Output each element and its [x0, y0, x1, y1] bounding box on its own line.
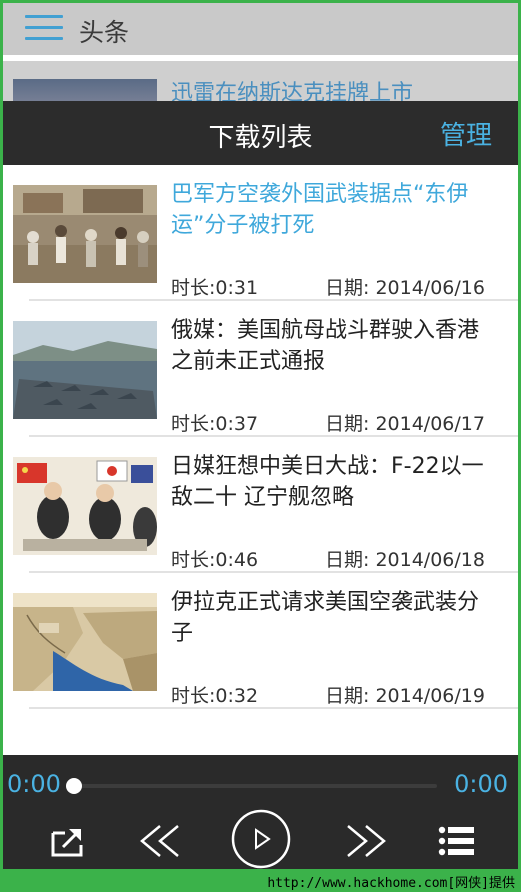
playlist-icon[interactable]	[437, 823, 477, 859]
watermark-bar: http://www.hackhome.com[网侠]提供	[0, 869, 521, 892]
item-title: 日媒狂想中美日大战：F-22以一敌二十 辽宁舰忽略	[171, 454, 484, 510]
manage-button[interactable]: 管理	[440, 115, 492, 152]
app-header: 头条	[3, 3, 518, 55]
item-title: 巴军方空袭外国武装据点“东伊运”分子被打死	[171, 182, 469, 238]
play-icon	[231, 809, 291, 869]
rewind-icon[interactable]	[137, 821, 185, 861]
item-date: 日期: 2014/06/19	[325, 685, 485, 707]
progress-slider[interactable]	[73, 784, 437, 788]
elapsed-time: 0:00	[7, 770, 61, 798]
section-title: 头条	[79, 18, 130, 47]
share-icon[interactable]	[47, 823, 87, 859]
item-title: 俄媒：美国航母战斗群驶入香港 之前未正式通报	[171, 318, 480, 374]
download-list: 巴军方空袭外国武装据点“东伊运”分子被打死 时长:0:31 日期: 2014/0…	[3, 165, 518, 755]
background-headline: 迅雷在纳斯达克挂牌上市	[171, 81, 414, 101]
video-thumbnail	[13, 457, 157, 555]
menu-icon[interactable]	[25, 15, 63, 43]
watermark-text: http://www.hackhome.com[网侠]提供	[267, 876, 515, 891]
video-thumbnail	[13, 185, 157, 283]
download-item[interactable]: 日媒狂想中美日大战：F-22以一敌二十 辽宁舰忽略 时长:0:46 日期: 20…	[3, 437, 518, 573]
item-title: 伊拉克正式请求美国空袭武装分子	[171, 590, 480, 646]
item-date: 日期: 2014/06/18	[325, 549, 485, 571]
video-thumbnail	[13, 321, 157, 419]
item-date: 日期: 2014/06/17	[325, 413, 485, 435]
download-item[interactable]: 巴军方空袭外国武装据点“东伊运”分子被打死 时长:0:31 日期: 2014/0…	[3, 165, 518, 301]
item-duration: 时长:0:31	[171, 277, 259, 299]
app-frame: 头条 迅雷在纳斯达克挂牌上市 下载列表 管理 巴军方空袭外国武装据点“东伊运”分…	[3, 3, 518, 869]
progress-handle[interactable]	[66, 778, 82, 794]
video-thumbnail	[13, 593, 157, 691]
item-date: 日期: 2014/06/16	[325, 277, 485, 299]
download-list-header: 下载列表 管理	[3, 101, 518, 165]
item-duration: 时长:0:46	[171, 549, 259, 571]
audio-player: 0:00 0:00	[3, 755, 518, 869]
download-item[interactable]: 俄媒：美国航母战斗群驶入香港 之前未正式通报 时长:0:37 日期: 2014/…	[3, 301, 518, 437]
background-news-row: 迅雷在纳斯达克挂牌上市	[3, 61, 518, 101]
background-thumbnail	[13, 79, 157, 101]
play-button[interactable]	[231, 809, 291, 869]
item-duration: 时长:0:37	[171, 413, 259, 435]
divider	[29, 707, 518, 709]
fast-forward-icon[interactable]	[341, 821, 389, 861]
item-duration: 时长:0:32	[171, 685, 259, 707]
download-item[interactable]: 伊拉克正式请求美国空袭武装分子 时长:0:32 日期: 2014/06/19	[3, 573, 518, 709]
total-time: 0:00	[454, 770, 508, 798]
